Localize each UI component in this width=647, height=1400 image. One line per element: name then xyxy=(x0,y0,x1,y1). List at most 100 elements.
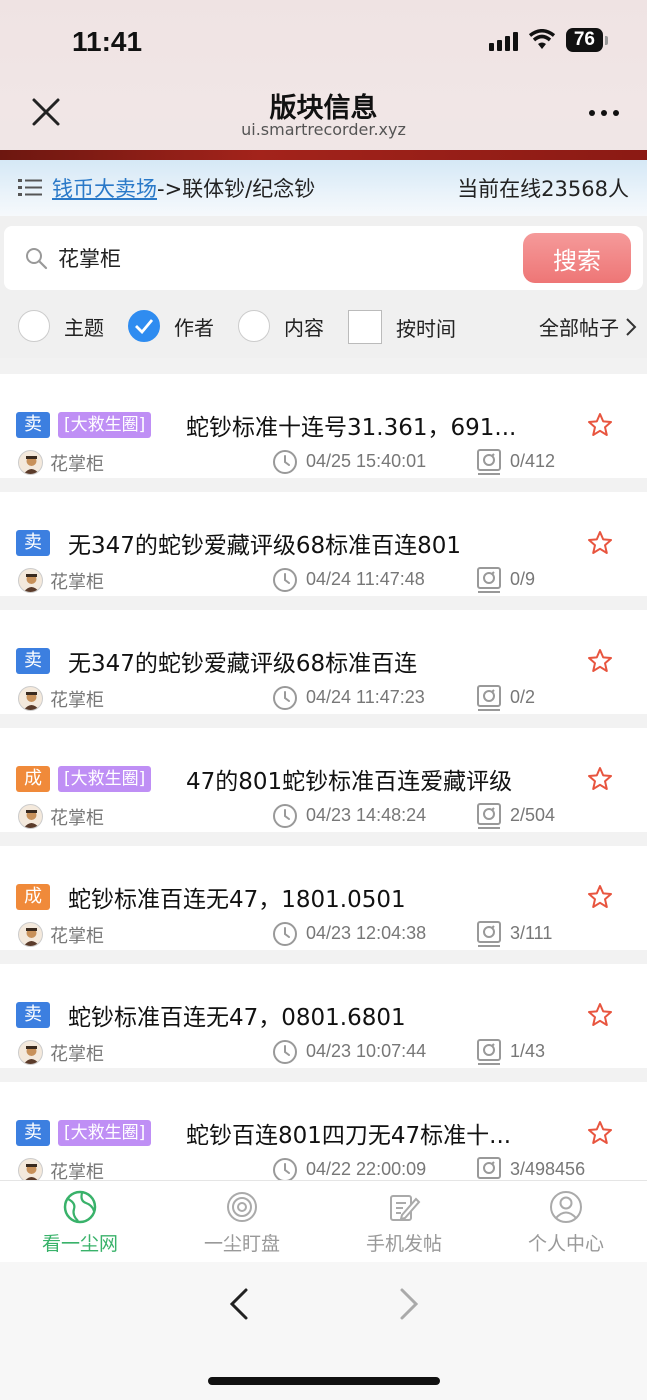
post-time: 04/24 11:47:48 xyxy=(306,569,425,589)
filter-topic-label: 主题 xyxy=(64,315,104,340)
tab-watch[interactable]: 一尘盯盘 xyxy=(162,1189,322,1256)
post-tag: [大救生圈] xyxy=(58,766,152,792)
target-icon xyxy=(227,1192,257,1222)
search-box: 搜索 xyxy=(4,226,643,290)
tab-post-label: 手机发帖 xyxy=(365,1233,442,1255)
reply-count-icon xyxy=(477,1039,501,1065)
filter-topic[interactable]: 主题 xyxy=(18,310,104,342)
user-icon xyxy=(550,1191,582,1223)
filter-content[interactable]: 内容 xyxy=(238,310,324,342)
post-item[interactable]: 卖 无347的蛇钞爱藏评级68标准百连801 花掌柜 04/24 11:47:4… xyxy=(0,492,647,596)
post-time: 04/25 15:40:01 xyxy=(306,451,427,471)
reply-count-icon xyxy=(477,449,501,475)
tab-post[interactable]: 手机发帖 xyxy=(324,1189,484,1256)
tab-profile[interactable]: 个人中心 xyxy=(486,1189,646,1256)
star-icon[interactable] xyxy=(587,1120,613,1146)
tab-profile-label: 个人中心 xyxy=(527,1233,604,1255)
tab-home[interactable]: 看一尘网 xyxy=(0,1189,160,1256)
edit-icon xyxy=(390,1195,421,1221)
more-options-icon[interactable] xyxy=(589,110,619,116)
post-item[interactable]: 成 [大救生圈] 47的801蛇钞标准百连爱藏评级 花掌柜 04/23 14:4… xyxy=(0,728,647,832)
post-title[interactable]: 蛇钞标准十连号31.361，691... xyxy=(186,408,516,442)
star-icon[interactable] xyxy=(587,648,613,674)
all-posts-dropdown[interactable]: 全部帖子 xyxy=(539,312,637,341)
search-input[interactable] xyxy=(58,238,498,278)
post-item[interactable]: 卖 [大救生圈] 蛇钞标准十连号31.361，691... 花掌柜 04/25 … xyxy=(0,374,647,478)
post-reply-counts: 0/9 xyxy=(510,569,536,589)
post-title[interactable]: 无347的蛇钞爱藏评级68标准百连801 xyxy=(68,526,461,560)
author-avatar xyxy=(18,804,43,829)
author-avatar xyxy=(18,922,43,947)
post-reply-counts: 3/498456 xyxy=(510,1159,586,1179)
post-reply-counts: 0/412 xyxy=(510,451,556,471)
post-item[interactable]: 卖 蛇钞标准百连无47，0801.6801 花掌柜 04/23 10:07:44… xyxy=(0,964,647,1068)
battery-indicator: 76 xyxy=(565,28,609,52)
filter-by-time[interactable]: 按时间 xyxy=(348,310,456,344)
post-author[interactable]: 花掌柜 xyxy=(50,804,104,830)
star-icon[interactable] xyxy=(587,766,613,792)
post-author[interactable]: 花掌柜 xyxy=(50,922,104,948)
tab-home-label: 看一尘网 xyxy=(41,1233,118,1255)
post-reply-counts: 0/2 xyxy=(510,687,536,707)
star-icon[interactable] xyxy=(587,530,613,556)
clock-icon xyxy=(273,686,297,710)
tab-watch-label: 一尘盯盘 xyxy=(203,1233,280,1255)
post-author[interactable]: 花掌柜 xyxy=(50,450,104,476)
clock-icon xyxy=(273,450,297,474)
post-author[interactable]: 花掌柜 xyxy=(50,686,104,712)
radio-topic[interactable] xyxy=(18,310,50,342)
clock-icon xyxy=(273,1158,297,1180)
star-icon[interactable] xyxy=(587,412,613,438)
post-author[interactable]: 花掌柜 xyxy=(50,568,104,594)
post-author[interactable]: 花掌柜 xyxy=(50,1158,104,1180)
author-avatar xyxy=(18,686,43,711)
clock-icon xyxy=(273,804,297,828)
reply-count-icon xyxy=(477,685,501,711)
author-avatar xyxy=(18,1040,43,1065)
search-button[interactable]: 搜索 xyxy=(523,233,631,283)
post-title[interactable]: 蛇钞标准百连无47，1801.0501 xyxy=(68,880,406,914)
clock-icon xyxy=(273,568,297,592)
post-title[interactable]: 无347的蛇钞爱藏评级68标准百连 xyxy=(68,644,417,678)
post-tag: [大救生圈] xyxy=(58,1120,152,1146)
all-posts-label: 全部帖子 xyxy=(539,316,619,340)
checkbox-by-time[interactable] xyxy=(348,310,382,344)
post-title[interactable]: 47的801蛇钞标准百连爱藏评级 xyxy=(186,762,512,796)
page-url: ui.smartrecorder.xyz xyxy=(241,120,406,139)
post-title[interactable]: 蛇钞百连801四刀无47标准十... xyxy=(186,1116,511,1150)
post-reply-counts: 1/43 xyxy=(510,1041,546,1061)
home-indicator xyxy=(208,1377,440,1385)
reply-count-icon xyxy=(477,1157,501,1179)
top-header: 11:41 76 版块信息 ui.smartrecorder.xyz xyxy=(0,0,647,158)
author-avatar xyxy=(18,568,43,593)
star-icon[interactable] xyxy=(587,884,613,910)
radio-author-checked[interactable] xyxy=(128,310,160,342)
clock-icon xyxy=(273,1040,297,1064)
post-type-badge: 卖 xyxy=(16,1120,50,1146)
post-item[interactable]: 成 蛇钞标准百连无47，1801.0501 花掌柜 04/23 12:04:38… xyxy=(0,846,647,950)
post-item[interactable]: 卖 [大救生圈] 蛇钞百连801四刀无47标准十... 花掌柜 04/22 22… xyxy=(0,1082,647,1180)
breadcrumb: 钱币大卖场 ->联体钞/纪念钞 当前在线23568人 xyxy=(0,160,647,216)
post-type-badge: 卖 xyxy=(16,648,50,674)
clock-icon xyxy=(273,922,297,946)
post-type-badge: 卖 xyxy=(16,530,50,556)
radio-content[interactable] xyxy=(238,310,270,342)
search-icon xyxy=(26,248,48,270)
post-type-badge: 成 xyxy=(16,766,50,792)
search-bar: 搜索 xyxy=(0,216,647,298)
post-author[interactable]: 花掌柜 xyxy=(50,1040,104,1066)
post-time: 04/22 22:00:09 xyxy=(306,1159,427,1179)
list-icon[interactable] xyxy=(18,178,42,198)
post-item[interactable]: 卖 无347的蛇钞爱藏评级68标准百连 花掌柜 04/24 11:47:23 0… xyxy=(0,610,647,714)
star-icon[interactable] xyxy=(587,1002,613,1028)
post-time: 04/23 10:07:44 xyxy=(306,1041,427,1061)
bottom-tab-bar: 看一尘网 一尘盯盘 手机发帖 个人中心 xyxy=(0,1180,647,1262)
post-title[interactable]: 蛇钞标准百连无47，0801.6801 xyxy=(68,998,406,1032)
forward-arrow-icon[interactable] xyxy=(394,1286,422,1322)
status-icons: 76 xyxy=(488,28,609,52)
filter-by-time-label: 按时间 xyxy=(396,316,456,341)
back-arrow-icon[interactable] xyxy=(226,1286,254,1322)
reply-count-icon xyxy=(477,803,501,829)
filter-author[interactable]: 作者 xyxy=(128,310,214,342)
breadcrumb-link-market[interactable]: 钱币大卖场 xyxy=(52,173,157,203)
